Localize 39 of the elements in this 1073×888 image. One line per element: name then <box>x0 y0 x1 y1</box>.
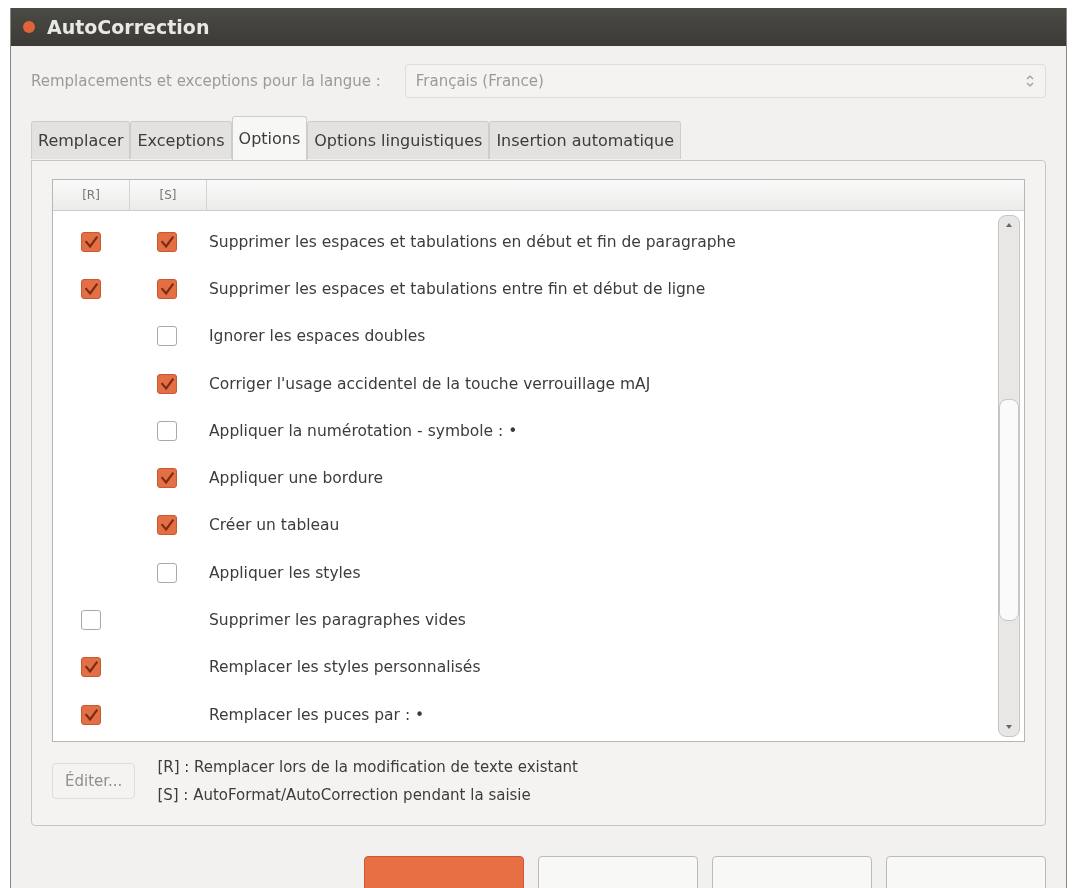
option-label: Supprimer les espaces et tabulations entre fin et début de ligne <box>208 279 706 298</box>
checkbox[interactable] <box>157 231 177 252</box>
window-title: AutoCorrection <box>47 16 210 38</box>
tab[interactable]: Insertion automatique <box>489 121 681 159</box>
tab[interactable]: Remplacer <box>31 121 131 159</box>
checkbox[interactable] <box>157 562 177 583</box>
checkbox[interactable] <box>81 278 101 299</box>
close-icon[interactable] <box>23 21 35 33</box>
option-label: Appliquer une bordure <box>208 469 384 488</box>
scrollbar-thumb[interactable] <box>999 398 1019 622</box>
option-label: Appliquer la numérotation - symbole : • <box>208 421 518 440</box>
checkbox[interactable] <box>81 657 101 678</box>
checkbox[interactable] <box>81 231 101 252</box>
scrollbar[interactable] <box>998 215 1020 737</box>
spin-arrows-icon <box>1025 73 1035 89</box>
legend-text: [R] : Remplacer lors de la modification de texte existant <box>157 758 578 776</box>
option-label: Ignorer les espaces doubles <box>208 327 426 346</box>
tab[interactable]: Options <box>231 116 308 160</box>
checkbox[interactable] <box>81 610 101 630</box>
option-label: Remplacer les puces par : • <box>208 705 425 724</box>
tab[interactable]: Exceptions <box>130 121 232 159</box>
tab[interactable]: Options linguistiques <box>307 121 490 159</box>
checkbox[interactable] <box>157 515 177 536</box>
checkbox[interactable] <box>157 278 177 299</box>
option-label: Supprimer les espaces et tabulations en début et fin de paragraphe <box>208 232 736 251</box>
legend-text: [S] : AutoFormat/AutoCorrection pendant la saisie <box>157 786 532 804</box>
option-label: Créer un tableau <box>208 516 340 535</box>
checkbox[interactable] <box>81 704 101 725</box>
column-header[interactable]: [S] <box>130 180 207 210</box>
option-label: Appliquer les styles <box>208 563 361 582</box>
option-label: Remplacer les styles personnalisés <box>208 658 481 677</box>
checkbox[interactable] <box>157 420 177 441</box>
column-header[interactable]: [R] <box>53 180 130 210</box>
option-label: Corriger l'usage accidentel de la touche verrouillage mAJ <box>208 374 651 393</box>
language-label: Remplacements et exceptions pour la langue : <box>31 72 381 90</box>
option-label: Supprimer les paragraphes vides <box>208 611 466 629</box>
checkbox[interactable] <box>157 468 177 489</box>
checkbox[interactable] <box>157 373 177 394</box>
checkbox[interactable] <box>157 326 177 347</box>
